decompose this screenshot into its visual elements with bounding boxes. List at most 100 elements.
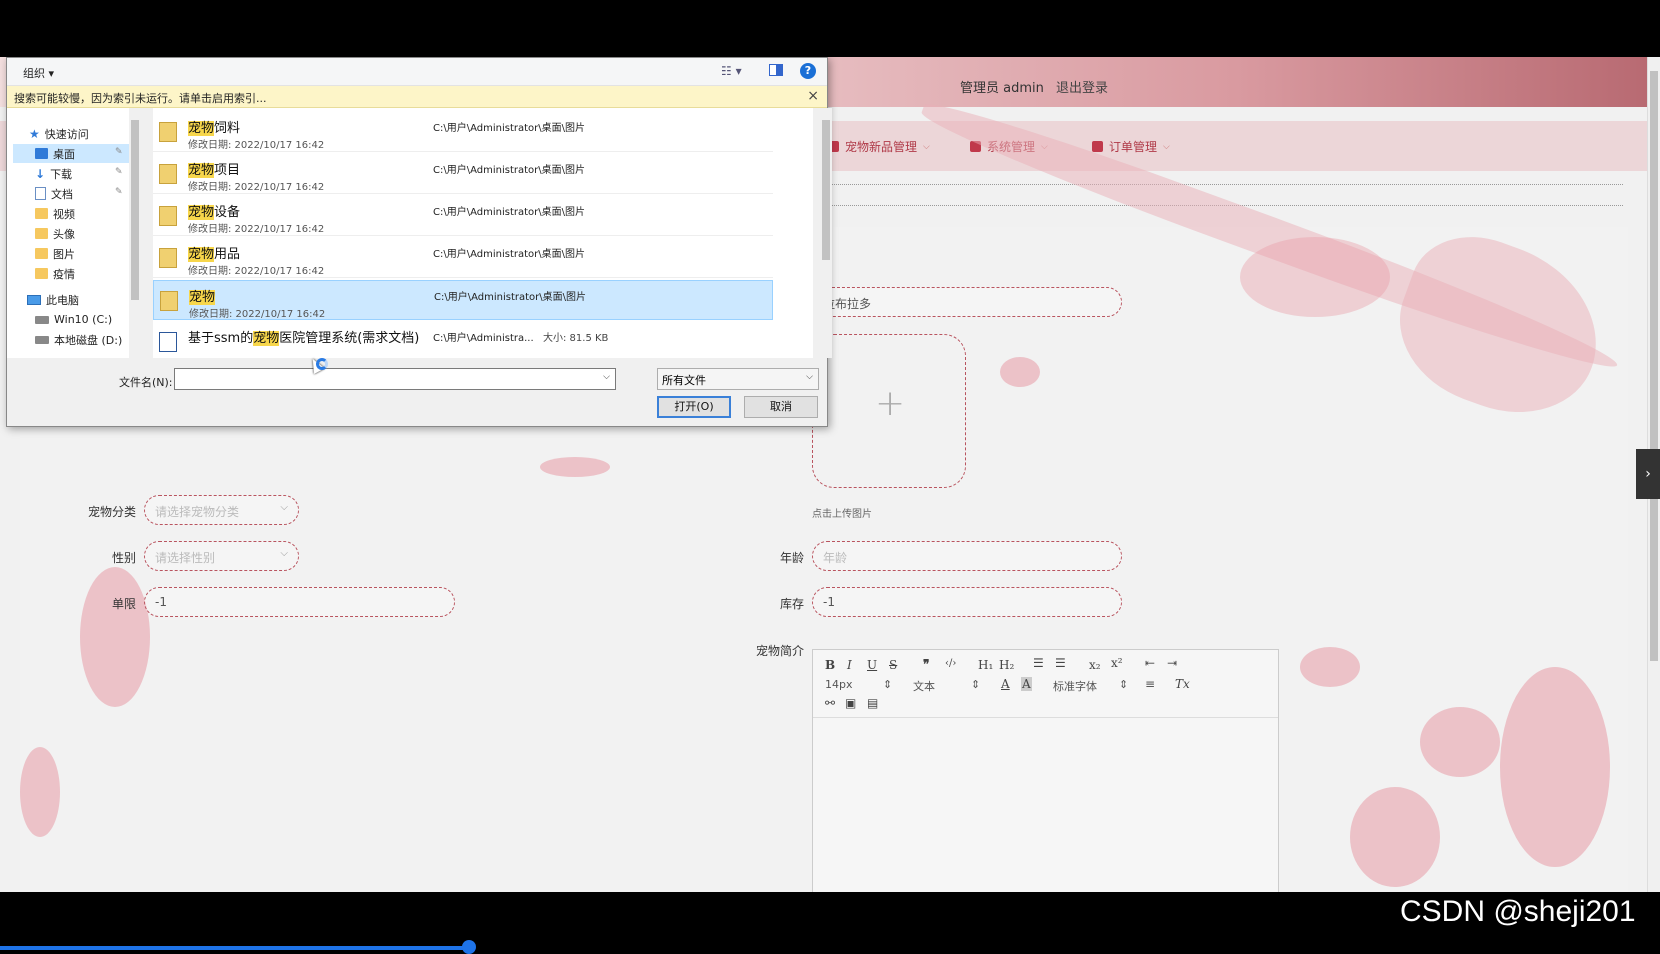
- heading1-icon[interactable]: H₁: [978, 658, 993, 672]
- pet-name-input[interactable]: 拉布拉多: [812, 287, 1122, 317]
- background-decoration: [1350, 787, 1440, 887]
- paragraph-select[interactable]: 文本: [913, 678, 935, 694]
- background-decoration: [1500, 667, 1610, 867]
- underline-icon[interactable]: U: [867, 658, 877, 672]
- nav-epidemic[interactable]: 疫情: [35, 264, 75, 283]
- indent-left-icon[interactable]: ⇤: [1145, 656, 1155, 670]
- video-progress-bar[interactable]: [0, 946, 470, 950]
- stock-input[interactable]: -1: [812, 587, 1122, 617]
- nav-label: 下载: [50, 167, 73, 181]
- code-icon[interactable]: ‹/›: [945, 658, 956, 669]
- filetype-select[interactable]: 所有文件 ⌵: [657, 368, 819, 390]
- superscript-icon[interactable]: x²: [1111, 656, 1123, 670]
- file-row[interactable]: 宠物饲料 修改日期: 2022/10/17 16:42 C:\用户\Admini…: [153, 112, 773, 152]
- logout-link[interactable]: 退出登录: [1056, 81, 1108, 96]
- nav-avatar[interactable]: 头像: [35, 224, 75, 243]
- progress-handle[interactable]: [462, 940, 476, 954]
- chevron-right-icon[interactable]: ›: [1636, 449, 1660, 499]
- nav-drive-c[interactable]: Win10 (C:): [35, 310, 112, 329]
- nav-label: 此电脑: [46, 293, 79, 307]
- filename-input[interactable]: ⌵: [174, 368, 616, 390]
- indent-right-icon[interactable]: ⇥: [1167, 656, 1177, 670]
- file-list-scrollbar[interactable]: [820, 108, 832, 358]
- gender-select[interactable]: 请选择性别 ⌵: [144, 541, 299, 571]
- background-decoration: [1378, 217, 1622, 437]
- file-row[interactable]: 基于ssm的宠物医院管理系统(需求文档) C:\用户\Administra...…: [153, 322, 773, 358]
- updown-icon: ⇕: [883, 678, 893, 691]
- category-select[interactable]: 请选择宠物分类 ⌵: [144, 495, 299, 525]
- background-decoration: [540, 457, 610, 477]
- file-open-dialog: 组织 ▾ ☷ ▾ ? 搜索可能较慢，因为索引未运行。请单击启用索引... × ★…: [6, 57, 832, 427]
- nav-this-pc[interactable]: 此电脑: [27, 290, 79, 309]
- index-notice-bar[interactable]: 搜索可能较慢，因为索引未运行。请单击启用索引... ×: [7, 86, 827, 108]
- scroll-thumb[interactable]: [131, 120, 139, 300]
- nav-videos[interactable]: 视频: [35, 204, 75, 223]
- nav-orders[interactable]: 订单管理 ⌵: [1092, 138, 1170, 155]
- chevron-down-icon: ⌵: [806, 372, 813, 382]
- file-row[interactable]: 宠物设备 修改日期: 2022/10/17 16:42 C:\用户\Admini…: [153, 196, 773, 236]
- ordered-list-icon[interactable]: ☰: [1033, 656, 1044, 670]
- chevron-down-icon: ⌵: [1163, 141, 1170, 152]
- file-row-selected[interactable]: 宠物 修改日期: 2022/10/17 16:42 C:\用户\Administ…: [153, 280, 773, 320]
- background-decoration: [80, 567, 150, 707]
- upload-hint: 点击上传图片: [812, 509, 872, 520]
- category-label: 宠物分类: [87, 505, 136, 519]
- help-icon[interactable]: ?: [800, 63, 816, 79]
- video-icon[interactable]: ▤: [867, 696, 878, 710]
- align-icon[interactable]: ≡: [1145, 677, 1155, 691]
- file-name: 宠物饲料: [188, 121, 241, 136]
- folder-icon: [35, 228, 48, 239]
- download-icon: ↓: [35, 166, 46, 181]
- nav-documents[interactable]: 文档: [35, 184, 73, 203]
- image-icon[interactable]: ▣: [845, 696, 856, 710]
- nav-label: 疫情: [53, 267, 75, 281]
- cancel-button[interactable]: 取消: [744, 396, 818, 418]
- strikethrough-icon[interactable]: S: [889, 658, 897, 672]
- image-upload[interactable]: +: [812, 334, 966, 488]
- nav-desktop[interactable]: 桌面: [13, 144, 129, 163]
- clear-format-icon[interactable]: Tx: [1175, 677, 1190, 691]
- bullet-list-icon[interactable]: ☰: [1055, 656, 1066, 670]
- nav-scrollbar[interactable]: [129, 108, 141, 358]
- file-row[interactable]: 宠物项目 修改日期: 2022/10/17 16:42 C:\用户\Admini…: [153, 154, 773, 194]
- bold-icon[interactable]: B: [825, 658, 835, 672]
- link-icon[interactable]: ⚯: [825, 696, 835, 710]
- updown-icon: ⇕: [1119, 678, 1129, 691]
- font-family-select[interactable]: 标准字体: [1053, 678, 1097, 694]
- nav-quick-access[interactable]: ★ 快速访问: [29, 124, 89, 143]
- admin-info: 管理员 admin 退出登录: [960, 77, 1116, 96]
- bg-color-icon[interactable]: A: [1021, 677, 1032, 691]
- age-label: 年龄: [779, 551, 804, 565]
- nav-label: 文档: [51, 187, 73, 201]
- divider: [828, 184, 1623, 185]
- close-icon[interactable]: ×: [807, 88, 819, 104]
- file-name: 宠物项目: [188, 163, 241, 178]
- italic-icon[interactable]: I: [847, 658, 852, 672]
- nav-pet-products[interactable]: 宠物新品管理 ⌵: [828, 138, 930, 155]
- scroll-thumb[interactable]: [1650, 71, 1658, 661]
- organize-button[interactable]: 组织 ▾: [23, 65, 54, 81]
- rich-text-editor[interactable]: B I U S ❞ ‹/› H₁ H₂ ☰ ☰ x₂ x² ⇤ ⇥ 14px ⇕…: [812, 649, 1279, 892]
- scroll-thumb[interactable]: [822, 120, 830, 260]
- quote-icon[interactable]: ❞: [923, 657, 929, 671]
- limit-input[interactable]: -1: [144, 587, 455, 617]
- view-options-icon[interactable]: ☷ ▾: [721, 64, 742, 78]
- admin-name: 管理员 admin: [960, 81, 1044, 96]
- file-row[interactable]: 宠物用品 修改日期: 2022/10/17 16:42 C:\用户\Admini…: [153, 238, 773, 278]
- file-date: 修改日期: 2022/10/17 16:42: [188, 182, 325, 193]
- font-color-icon[interactable]: A: [1001, 677, 1010, 691]
- clipboard-icon: [1092, 141, 1103, 152]
- drive-icon: [35, 315, 49, 324]
- nav-label: 头像: [53, 227, 75, 241]
- stock-label: 库存: [779, 597, 804, 611]
- chevron-down-icon[interactable]: ⌵: [603, 372, 610, 382]
- preview-pane-icon[interactable]: [769, 64, 783, 76]
- subscript-icon[interactable]: x₂: [1089, 658, 1101, 672]
- nav-downloads[interactable]: ↓ 下载: [35, 164, 72, 183]
- open-button[interactable]: 打开(O): [657, 396, 731, 418]
- heading2-icon[interactable]: H₂: [999, 658, 1014, 672]
- age-input[interactable]: 年龄: [812, 541, 1122, 571]
- nav-drive-d[interactable]: 本地磁盘 (D:): [35, 330, 122, 349]
- font-size-select[interactable]: 14px: [825, 678, 853, 691]
- nav-pictures[interactable]: 图片: [35, 244, 75, 263]
